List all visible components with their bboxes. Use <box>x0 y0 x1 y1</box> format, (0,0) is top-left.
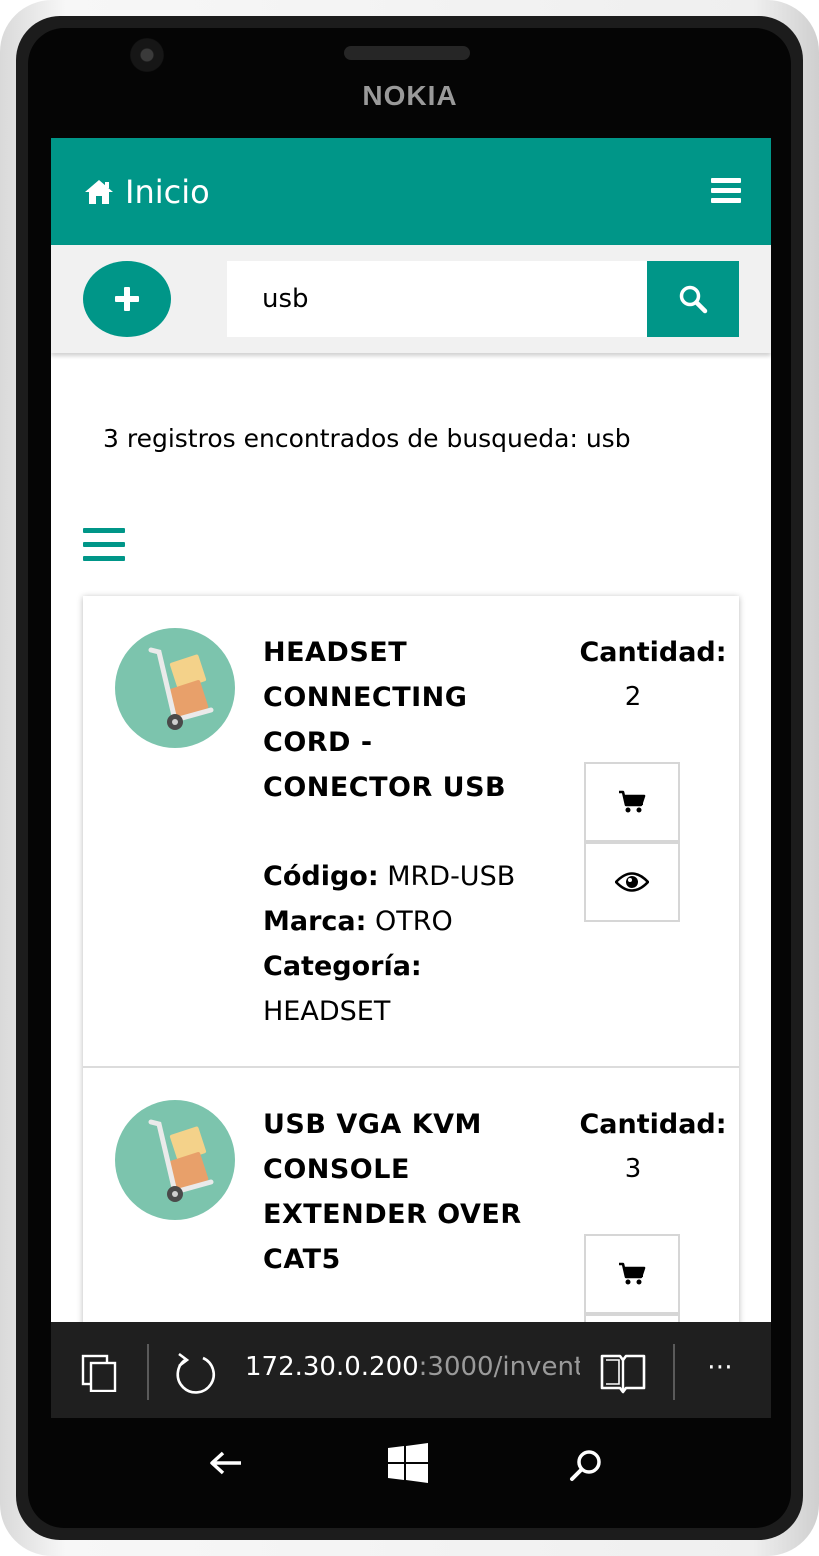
quantity-label: Cantidad: <box>579 1109 727 1140</box>
toolbar-divider <box>673 1344 675 1400</box>
eye-icon <box>615 872 649 892</box>
windows-start-icon[interactable] <box>387 1442 429 1484</box>
back-arrow-icon[interactable] <box>209 1450 243 1476</box>
app-screen: Inicio 3 registros encontrado <box>51 138 771 1418</box>
add-item-button[interactable] <box>83 261 171 337</box>
search-input[interactable] <box>227 261 647 337</box>
front-camera <box>130 38 164 72</box>
tabs-icon[interactable] <box>81 1354 117 1393</box>
hand-truck-icon <box>115 1100 235 1220</box>
top-navbar: Inicio <box>51 138 771 245</box>
list-item: HEADSET CONNECTING CORD - CONECTOR USB C… <box>83 596 739 1068</box>
item-title: HEADSET CONNECTING CORD - CONECTOR USB <box>263 630 563 810</box>
url-host: 172.30.0.200 <box>245 1352 419 1382</box>
home-link[interactable]: Inicio <box>83 172 210 212</box>
hand-truck-icon <box>115 628 235 748</box>
list-view-toggle-icon[interactable] <box>83 528 125 562</box>
marca-value: OTRO <box>375 906 453 937</box>
item-title-line: CONSOLE <box>263 1154 410 1185</box>
phone-frame: NOKIA Inicio usb 3 registros encontrados… <box>0 0 819 1556</box>
url-path: :3000/invent <box>418 1352 580 1382</box>
shopping-cart-icon <box>619 1262 646 1285</box>
marca-label: Marca: <box>263 906 367 937</box>
list-tab <box>83 578 155 596</box>
add-to-cart-button[interactable] <box>584 1234 680 1314</box>
search-toolbar <box>51 245 771 353</box>
item-title-line: CORD - <box>263 727 373 758</box>
categoria-value: HEADSET <box>263 996 391 1027</box>
results-list: HEADSET CONNECTING CORD - CONECTOR USB C… <box>83 596 739 1418</box>
view-details-button[interactable] <box>584 842 680 922</box>
item-title-line: EXTENDER OVER <box>263 1199 522 1230</box>
refresh-icon[interactable] <box>173 1352 217 1396</box>
codigo-value: MRD-USB <box>387 861 516 892</box>
item-title-line: HEADSET <box>263 637 408 668</box>
shopping-cart-icon <box>619 790 646 813</box>
plus-icon <box>115 287 139 311</box>
codigo-label: Código: <box>263 861 379 892</box>
results-summary: 3 registros encontrados de busqueda: usb <box>103 424 631 453</box>
item-title: USB VGA KVM CONSOLE EXTENDER OVER CAT5 <box>263 1102 563 1282</box>
toolbar-divider <box>147 1344 149 1400</box>
item-title-line: CONECTOR USB <box>263 772 507 803</box>
item-title-line: CONNECTING <box>263 682 468 713</box>
item-title-line: USB VGA KVM <box>263 1109 482 1140</box>
item-title-line: CAT5 <box>263 1244 341 1275</box>
quantity-value: 2 <box>624 682 642 712</box>
search-button[interactable] <box>647 261 739 337</box>
device-brand: NOKIA <box>362 80 458 111</box>
quantity-label: Cantidad: <box>579 637 727 668</box>
hardware-nav-keys <box>51 1418 771 1508</box>
more-options-icon[interactable]: ⋯ <box>707 1352 741 1382</box>
categoria-label: Categoría: <box>263 951 422 982</box>
search-key-icon[interactable] <box>569 1448 603 1482</box>
url-field[interactable]: 172.30.0.200:3000/invent <box>245 1352 580 1392</box>
home-icon <box>85 180 113 204</box>
reading-view-icon[interactable] <box>599 1350 647 1394</box>
page-title: Inicio <box>125 173 210 211</box>
quantity-value: 3 <box>624 1154 642 1184</box>
search-icon <box>679 285 708 314</box>
hamburger-menu-icon[interactable] <box>711 178 741 204</box>
add-to-cart-button[interactable] <box>584 762 680 842</box>
browser-address-bar: 172.30.0.200:3000/invent ⋯ <box>51 1322 771 1418</box>
earpiece-speaker <box>344 46 470 60</box>
item-details: Código: MRD-USB Marca: OTRO Categoría: H… <box>263 854 563 1034</box>
